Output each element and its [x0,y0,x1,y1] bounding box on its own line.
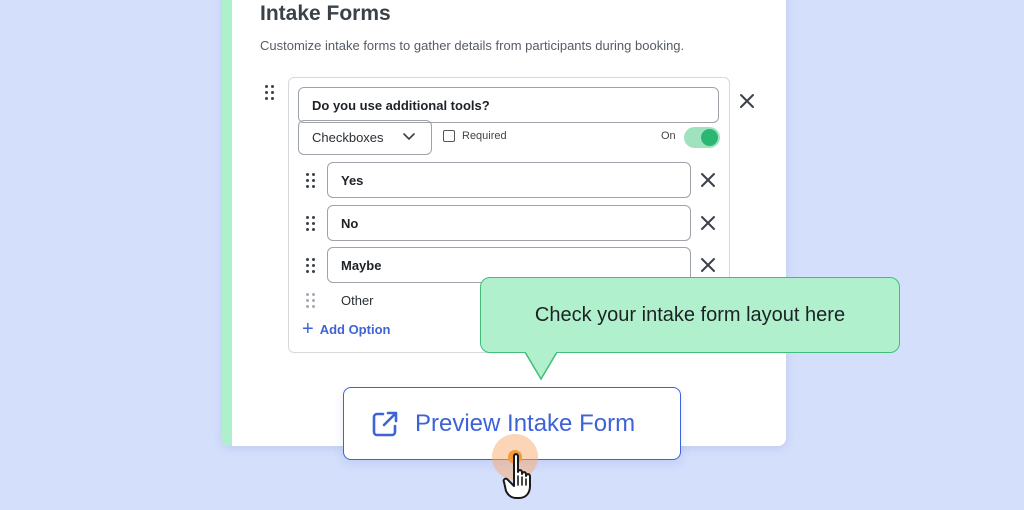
card-accent-bar [222,0,232,446]
option-label: Maybe [341,257,382,273]
required-checkbox[interactable] [443,130,455,142]
other-option-label: Other [341,293,374,308]
other-drag-handle-icon [306,293,315,308]
option-drag-handle-icon[interactable] [306,173,315,188]
question-type-select[interactable]: Checkboxes [298,120,432,155]
chevron-down-icon [403,133,415,141]
option-input[interactable]: No [327,205,691,241]
option-label: No [341,215,359,231]
add-option-label: Add Option [319,321,391,337]
question-text-input[interactable]: Do you use additional tools? [298,87,719,123]
toggle-label: On [661,130,676,142]
plus-icon: + [302,318,314,340]
question-type-value: Checkboxes [312,130,384,145]
add-option-button[interactable]: + Add Option [302,318,391,340]
tooltip: Check your intake form layout here [480,277,900,353]
intake-forms-card: Intake Forms Customize intake forms to g… [222,0,786,446]
required-label: Required [462,130,507,142]
remove-option-close-icon[interactable] [700,172,716,188]
tooltip-text: Check your intake form layout here [534,303,846,326]
question-enabled-toggle[interactable] [684,127,720,148]
external-link-icon [372,411,398,436]
hand-pointer-icon [502,453,531,499]
option-label: Yes [341,172,364,188]
card-subtitle: Customize intake forms to gather details… [260,38,685,53]
option-drag-handle-icon[interactable] [306,216,315,231]
remove-question-close-icon[interactable] [739,93,755,109]
toggle-knob [701,129,718,146]
option-input[interactable]: Yes [327,162,691,198]
card-title: Intake Forms [260,2,391,25]
remove-option-close-icon[interactable] [700,257,716,273]
tooltip-pointer [525,351,557,381]
preview-button-label: Preview Intake Form [415,409,636,437]
question-drag-handle-icon[interactable] [265,85,274,100]
remove-option-close-icon[interactable] [700,215,716,231]
question-text: Do you use additional tools? [312,97,490,113]
option-drag-handle-icon[interactable] [306,258,315,273]
